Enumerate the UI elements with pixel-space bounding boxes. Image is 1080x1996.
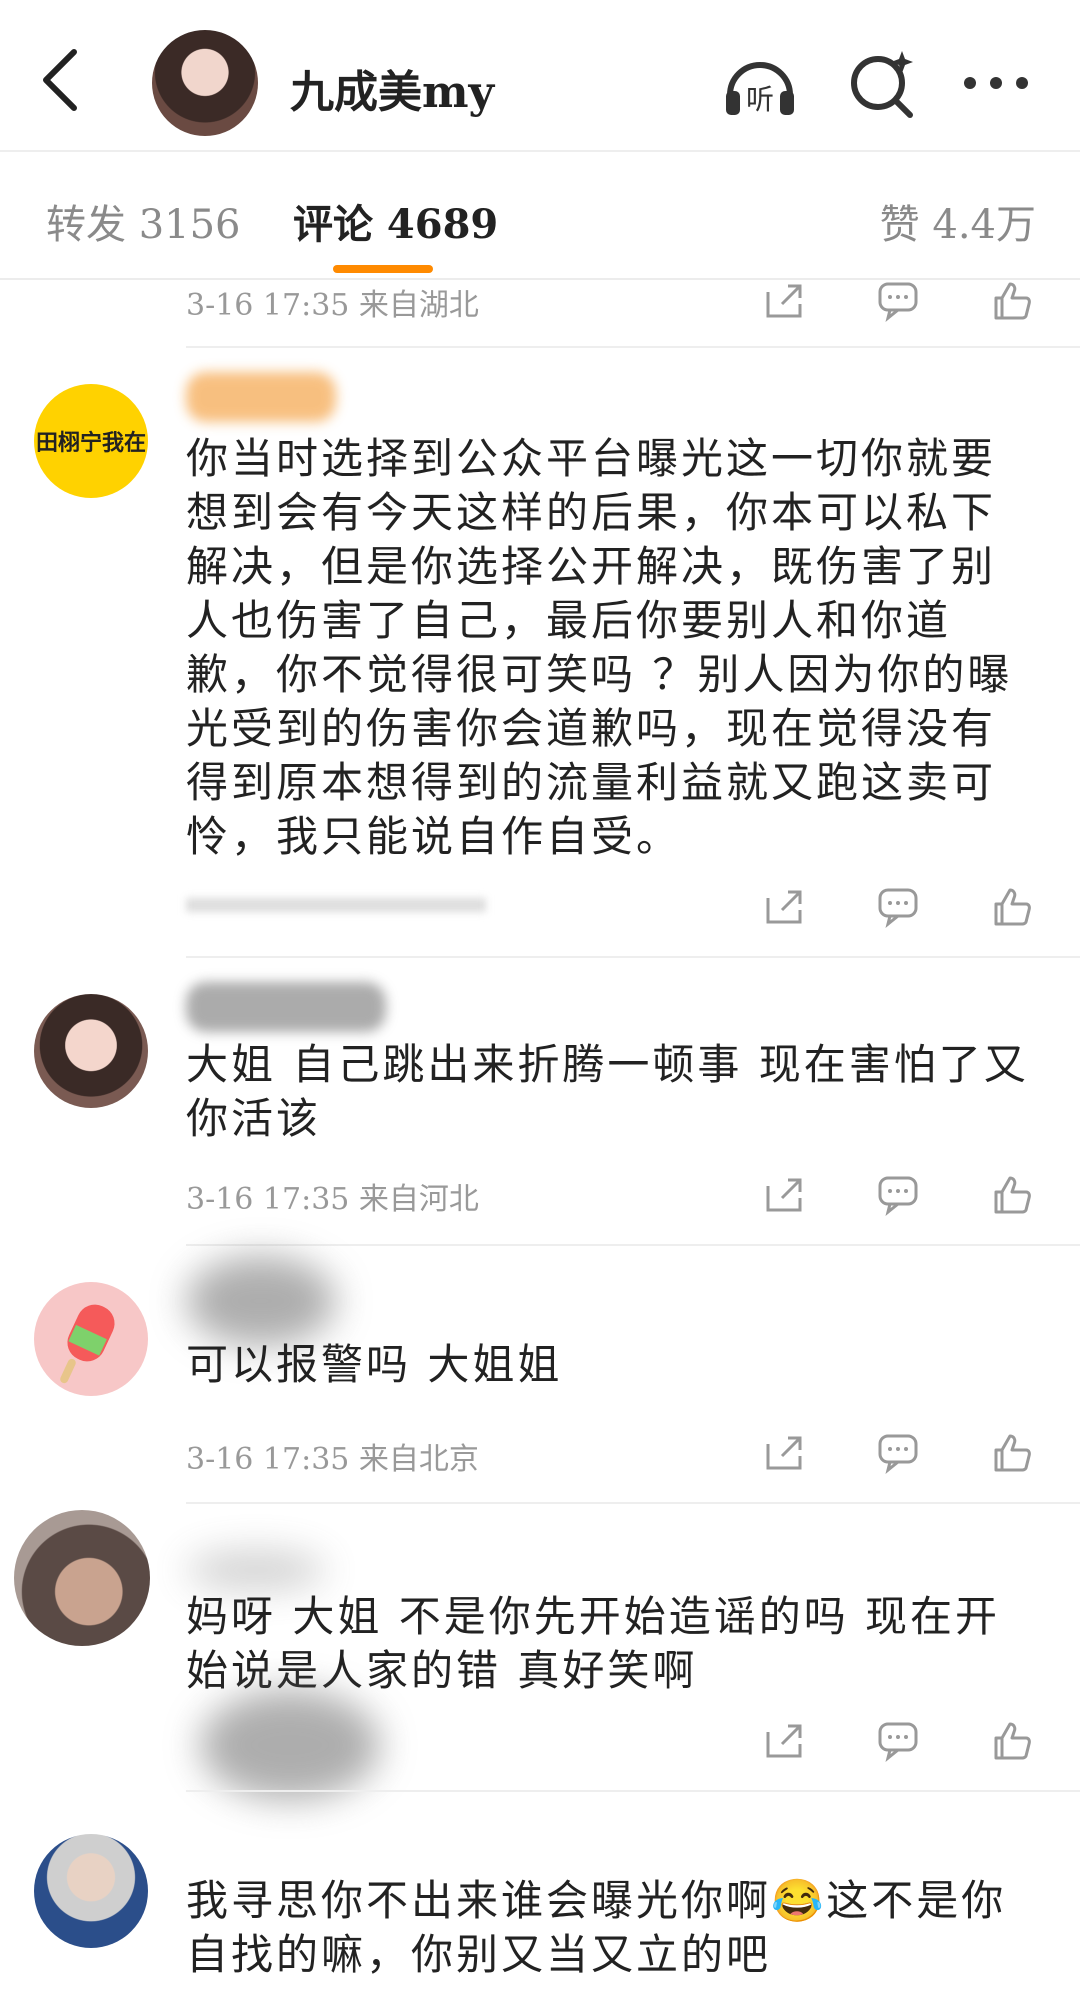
search-icon[interactable]: [842, 45, 922, 125]
back-arrow-icon[interactable]: [30, 40, 90, 120]
like-icon[interactable]: [990, 884, 1034, 928]
commenter-avatar[interactable]: 田栩宁我在: [34, 384, 148, 498]
comment-text: 你当时选择到公众平台曝光这一切你就要想到会有今天这样的后果，你本可以私下解决，但…: [186, 434, 1013, 861]
top-bar: 九成美my 听: [0, 0, 1080, 150]
comment-icon[interactable]: [876, 1172, 920, 1216]
share-icon[interactable]: [762, 1718, 806, 1762]
avatar-label: 田栩宁我在: [35, 431, 146, 456]
comment-text: 妈呀 大姐 不是你先开始造谣的吗 现在开始说是人家的错 真好笑啊: [186, 1592, 1001, 1695]
commenter-name-blurred[interactable]: [186, 1550, 326, 1590]
comment-icon[interactable]: [876, 1430, 920, 1474]
comment-divider: [186, 346, 1080, 348]
comment-divider: [186, 956, 1080, 958]
comment-divider: [186, 1244, 1080, 1246]
like-icon[interactable]: [990, 1430, 1034, 1474]
commenter-name-blurred[interactable]: [186, 1256, 336, 1346]
commenter-avatar[interactable]: [34, 994, 148, 1108]
like-icon[interactable]: [990, 1172, 1034, 1216]
comment-divider: [186, 1790, 1080, 1792]
commenter-avatar[interactable]: [34, 1834, 148, 1948]
author-avatar[interactable]: [152, 30, 258, 136]
commenter-avatar[interactable]: [14, 1510, 150, 1646]
comment-icon[interactable]: [876, 884, 920, 928]
tab-forward[interactable]: 转发 3156: [46, 192, 241, 250]
like-icon[interactable]: [990, 278, 1034, 322]
comment-meta: 3-16 17:35 来自北京: [186, 1442, 479, 1477]
comment-text: 大姐 自己跳出来折腾一顿事 现在害怕了又你活该: [186, 1040, 1029, 1143]
share-icon[interactable]: [762, 884, 806, 928]
listen-label: 听: [746, 83, 774, 116]
more-options-icon[interactable]: [956, 45, 1036, 125]
share-icon[interactable]: [762, 1430, 806, 1474]
comment-text: 我寻思你不出来谁会曝光你啊😂这不是你自找的嘛，你别又当又立的吧: [186, 1876, 1007, 1979]
commenter-name-blurred[interactable]: [186, 982, 386, 1032]
comment-meta: 3-16 17:35 来自湖北: [186, 288, 479, 323]
tab-bar: 转发 3156 评论 4689 赞 4.4万: [0, 150, 1080, 282]
popsicle-icon: [60, 1304, 115, 1384]
comment-meta: 3-16 17:35 来自河北: [186, 1182, 479, 1217]
comment-meta-blurred: [186, 898, 486, 912]
comment-meta-blurred: [200, 1690, 380, 1800]
comment-icon[interactable]: [876, 1718, 920, 1762]
comment-icon[interactable]: [876, 278, 920, 322]
active-tab-indicator: [333, 265, 433, 273]
tab-comments[interactable]: 评论 4689: [293, 192, 498, 250]
comment-divider: [186, 1502, 1080, 1504]
like-icon[interactable]: [990, 1718, 1034, 1762]
comment-text: 可以报警吗 大姐姐: [186, 1340, 563, 1389]
tab-likes[interactable]: 赞 4.4万: [880, 192, 1036, 250]
commenter-avatar[interactable]: [34, 1282, 148, 1396]
commenter-name-blurred[interactable]: [186, 372, 336, 422]
share-icon[interactable]: [762, 1172, 806, 1216]
author-name[interactable]: 九成美my: [290, 56, 494, 120]
listen-headphones-icon[interactable]: 听: [720, 45, 800, 125]
share-icon[interactable]: [762, 278, 806, 322]
